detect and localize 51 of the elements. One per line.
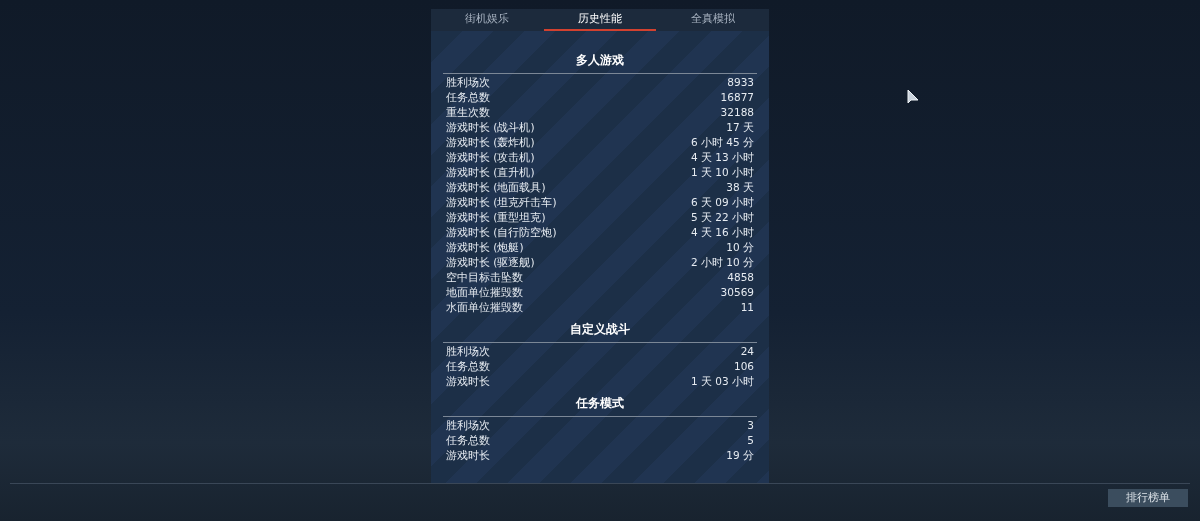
stat-value: 3 xyxy=(747,417,754,433)
leaderboard-button[interactable]: 排行榜单 xyxy=(1108,489,1188,507)
stat-label: 胜利场次 xyxy=(446,74,490,90)
stat-label: 游戏时长 (重型坦克) xyxy=(446,209,546,225)
stat-label: 游戏时长 xyxy=(446,447,490,463)
stat-value: 30569 xyxy=(720,284,754,300)
stat-label: 重生次数 xyxy=(446,104,490,120)
section-title: 任务模式 xyxy=(576,394,624,412)
stat-label: 任务总数 xyxy=(446,358,490,374)
stat-value: 1 天 10 小时 xyxy=(690,164,754,180)
stat-label: 游戏时长 (坦克歼击车) xyxy=(446,194,557,210)
stat-value: 4 天 13 小时 xyxy=(690,149,754,165)
stat-value: 106 xyxy=(733,358,754,374)
stat-value: 11 xyxy=(740,299,754,315)
stat-label: 游戏时长 (轰炸机) xyxy=(446,134,535,150)
stat-label: 游戏时长 (攻击机) xyxy=(446,149,535,165)
section-title: 多人游戏 xyxy=(576,51,624,69)
tab[interactable]: 街机娱乐 xyxy=(431,9,544,31)
stat-label: 空中目标击坠数 xyxy=(446,269,523,285)
stat-value: 38 天 xyxy=(726,179,754,195)
stat-value: 8933 xyxy=(727,74,754,90)
stat-value: 10 分 xyxy=(726,239,754,255)
stat-value: 5 xyxy=(747,432,754,448)
stat-value: 16877 xyxy=(720,89,754,105)
stat-label: 胜利场次 xyxy=(446,417,490,433)
stat-label: 游戏时长 (自行防空炮) xyxy=(446,224,557,240)
stat-value: 5 天 22 小时 xyxy=(690,209,754,225)
stat-label: 游戏时长 (地面载具) xyxy=(446,179,546,195)
stat-label: 游戏时长 (直升机) xyxy=(446,164,535,180)
stat-label: 水面单位摧毁数 xyxy=(446,299,523,315)
stat-label: 任务总数 xyxy=(446,432,490,448)
stat-value: 17 天 xyxy=(726,119,754,135)
stat-label: 游戏时长 (驱逐舰) xyxy=(446,254,535,270)
mouse-pointer-icon xyxy=(907,89,919,106)
stat-value: 6 天 09 小时 xyxy=(690,194,754,210)
stat-value: 4 天 16 小时 xyxy=(690,224,754,240)
stat-value: 6 小时 45 分 xyxy=(690,134,754,150)
tab[interactable]: 全真模拟 xyxy=(656,9,769,31)
stat-value: 4858 xyxy=(727,269,754,285)
section-title: 自定义战斗 xyxy=(570,320,630,338)
stat-value: 2 小时 10 分 xyxy=(690,254,754,270)
stat-label: 游戏时长 xyxy=(446,373,490,389)
stat-label: 地面单位摧毁数 xyxy=(446,284,523,300)
stat-label: 游戏时长 (战斗机) xyxy=(446,119,535,135)
stat-value: 1 天 03 小时 xyxy=(690,373,754,389)
stat-label: 游戏时长 (炮艇) xyxy=(446,239,524,255)
stat-value: 32188 xyxy=(720,104,754,120)
stat-value: 19 分 xyxy=(726,447,754,463)
stat-label: 任务总数 xyxy=(446,89,490,105)
stat-label: 胜利场次 xyxy=(446,343,490,359)
stat-value: 24 xyxy=(740,343,754,359)
